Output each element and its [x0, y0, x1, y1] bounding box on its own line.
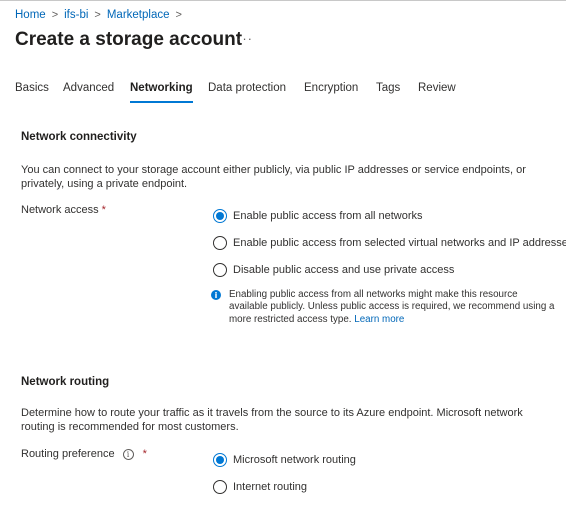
breadcrumb-marketplace-link[interactable]: Marketplace — [107, 9, 170, 21]
radio-label: Disable public access and use private ac… — [233, 264, 455, 276]
required-asterisk: * — [142, 448, 147, 460]
radio-label: Enable public access from all networks — [233, 210, 423, 222]
tab-data-protection[interactable]: Data protection — [208, 82, 286, 94]
public-access-info-note: i Enabling public access from all networ… — [211, 289, 556, 326]
more-options-icon[interactable]: ··· — [237, 31, 253, 46]
required-asterisk: * — [101, 204, 106, 216]
page-title: Create a storage account — [15, 29, 243, 50]
breadcrumb-home-link[interactable]: Home — [15, 9, 46, 21]
tab-encryption[interactable]: Encryption — [304, 82, 358, 94]
routing-preference-label: Routing preference i * — [21, 448, 147, 460]
tab-tags[interactable]: Tags — [376, 82, 400, 94]
radio-button[interactable] — [213, 480, 227, 494]
breadcrumb-ifs-bi-link[interactable]: ifs-bi — [64, 9, 88, 21]
breadcrumb-separator-icon: > — [94, 9, 101, 21]
radio-button-checked[interactable] — [213, 209, 227, 223]
radio-button[interactable] — [213, 263, 227, 277]
routing-preference-label-text: Routing preference — [21, 448, 115, 460]
info-note-text: Enabling public access from all networks… — [229, 289, 556, 326]
create-storage-account-page: Home > ifs-bi > Marketplace > Create a s… — [0, 0, 566, 508]
tab-advanced[interactable]: Advanced — [63, 82, 114, 94]
network-access-label: Network access * — [21, 204, 106, 216]
info-icon: i — [211, 290, 221, 300]
breadcrumb-separator-icon: > — [175, 9, 182, 21]
breadcrumb-separator-icon: > — [51, 9, 59, 21]
breadcrumb: Home > ifs-bi > Marketplace > — [15, 9, 188, 21]
network-access-option-disable-public[interactable]: Disable public access and use private ac… — [213, 263, 454, 277]
network-routing-description: Determine how to route your traffic as i… — [21, 407, 523, 433]
info-circle-icon[interactable]: i — [122, 448, 134, 460]
radio-button-checked[interactable] — [213, 453, 227, 467]
radio-label: Enable public access from selected virtu… — [233, 237, 566, 249]
network-access-option-all-networks[interactable]: Enable public access from all networks — [213, 209, 423, 223]
network-access-option-selected-networks[interactable]: Enable public access from selected virtu… — [213, 236, 566, 250]
network-connectivity-description: You can connect to your storage account … — [21, 164, 526, 190]
tab-basics[interactable]: Basics — [15, 82, 49, 94]
routing-option-microsoft[interactable]: Microsoft network routing — [213, 453, 356, 467]
top-divider — [0, 0, 566, 1]
tab-review[interactable]: Review — [418, 82, 456, 94]
learn-more-link[interactable]: Learn more — [354, 314, 404, 325]
radio-label: Internet routing — [233, 481, 307, 493]
network-routing-heading: Network routing — [21, 376, 110, 388]
radio-button[interactable] — [213, 236, 227, 250]
routing-option-internet[interactable]: Internet routing — [213, 480, 307, 494]
network-connectivity-heading: Network connectivity — [21, 131, 137, 143]
radio-label: Microsoft network routing — [233, 454, 356, 466]
network-access-label-text: Network access — [21, 204, 99, 216]
tab-networking[interactable]: Networking — [130, 82, 193, 103]
